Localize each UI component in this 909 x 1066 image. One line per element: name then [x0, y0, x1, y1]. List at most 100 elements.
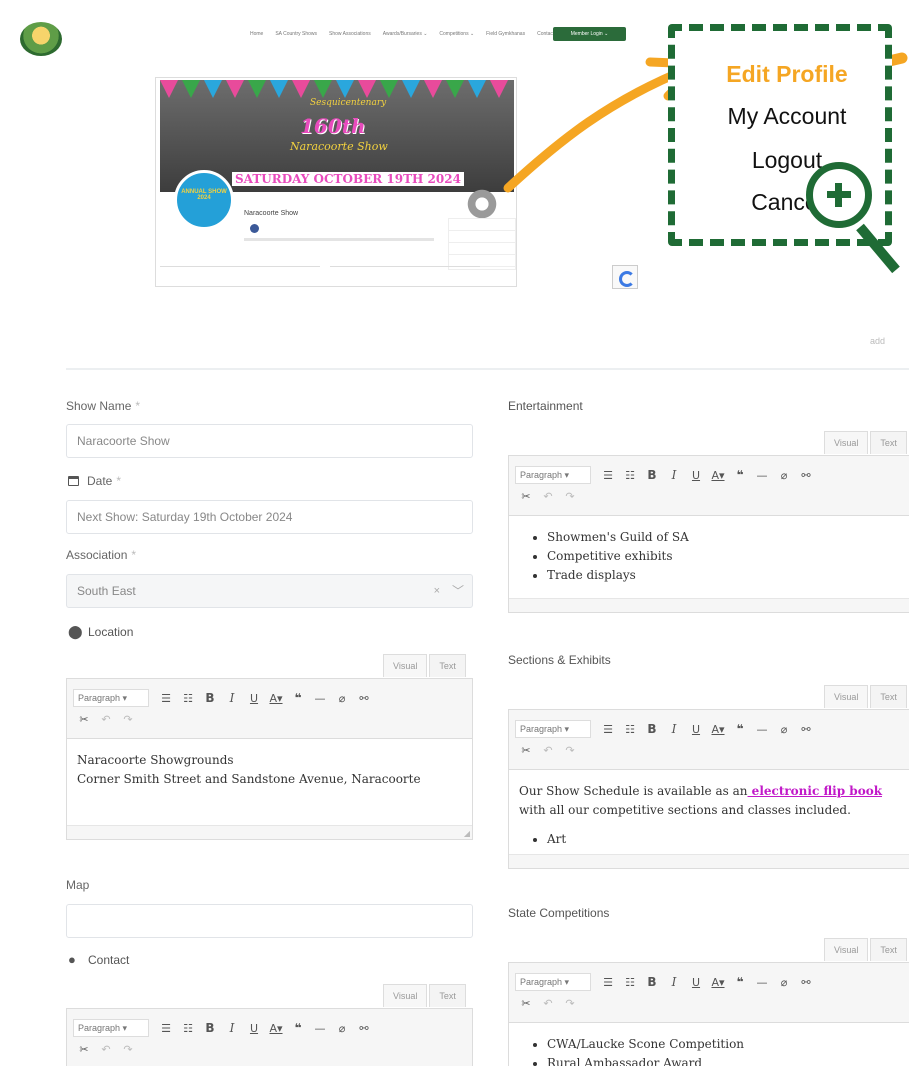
undo-icon[interactable]: ↶	[537, 490, 559, 503]
blockquote-icon[interactable]: ❝	[729, 975, 751, 989]
tab-visual[interactable]: Visual	[383, 654, 428, 677]
paragraph-select[interactable]: Paragraph ▾	[515, 466, 591, 484]
link-icon[interactable]: ⚯	[795, 469, 817, 482]
association-select[interactable]: South East × ﹀	[66, 574, 473, 608]
undo-icon[interactable]: ↶	[95, 713, 117, 726]
location-editor-tabs: Visual Text	[383, 654, 466, 677]
unlink-icon[interactable]: ✂	[73, 713, 95, 726]
blockquote-icon[interactable]: ❝	[287, 691, 309, 705]
horizontal-line-icon[interactable]: —	[751, 469, 773, 482]
text-color-icon[interactable]: A▾	[707, 723, 729, 736]
paragraph-select[interactable]: Paragraph ▾	[515, 720, 591, 738]
redo-icon[interactable]: ↷	[559, 490, 581, 503]
bold-icon[interactable]: B	[199, 691, 221, 705]
toolbar-row: Paragraph ▾ ☰ ☷ B I U A▾ ❝ — ⌀ ⚯	[73, 689, 375, 707]
blockquote-icon[interactable]: ❝	[287, 1021, 309, 1035]
underline-icon[interactable]: U	[243, 692, 265, 705]
horizontal-line-icon[interactable]: —	[751, 723, 773, 736]
unlink-icon[interactable]: ✂	[515, 997, 537, 1010]
chevron-down-icon[interactable]: ﹀	[452, 575, 464, 607]
tab-visual[interactable]: Visual	[824, 938, 869, 961]
link-icon[interactable]: ⚯	[795, 976, 817, 989]
tab-visual[interactable]: Visual	[383, 984, 428, 1007]
flip-book-link[interactable]: electronic flip book	[748, 784, 882, 798]
blockquote-icon[interactable]: ❝	[729, 722, 751, 736]
paragraph-select[interactable]: Paragraph ▾	[73, 689, 149, 707]
paragraph-select[interactable]: Paragraph ▾	[73, 1019, 149, 1037]
sections-editor: Paragraph ▾ ☰ ☷ B I U A▾ ❝ — ⌀ ⚯ ✂ ↶ ↷ O…	[508, 709, 909, 869]
eraser-icon[interactable]: ⌀	[773, 723, 795, 736]
unlink-icon[interactable]: ✂	[515, 744, 537, 757]
map-input[interactable]	[66, 904, 473, 938]
bold-icon[interactable]: B	[641, 975, 663, 989]
link-icon[interactable]: ⚯	[353, 1022, 375, 1035]
underline-icon[interactable]: U	[685, 723, 707, 736]
paragraph-select[interactable]: Paragraph ▾	[515, 973, 591, 991]
text-color-icon[interactable]: A▾	[265, 1022, 287, 1035]
unlink-icon[interactable]: ✂	[73, 1043, 95, 1056]
text-color-icon[interactable]: A▾	[707, 976, 729, 989]
tab-text[interactable]: Text	[429, 984, 466, 1007]
bullet-list-icon[interactable]: ☰	[597, 976, 619, 989]
numbered-list-icon[interactable]: ☷	[177, 692, 199, 705]
location-editor-content[interactable]: Naracoorte Showgrounds Corner Smith Stre…	[67, 739, 472, 801]
tab-visual[interactable]: Visual	[824, 431, 869, 454]
resize-handle-icon[interactable]: ◢	[464, 829, 470, 838]
numbered-list-icon[interactable]: ☷	[619, 723, 641, 736]
bullet-list-icon[interactable]: ☰	[155, 1022, 177, 1035]
redo-icon[interactable]: ↷	[117, 713, 139, 726]
text-color-icon[interactable]: A▾	[707, 469, 729, 482]
tab-text[interactable]: Text	[870, 431, 907, 454]
blockquote-icon[interactable]: ❝	[729, 468, 751, 482]
redo-icon[interactable]: ↷	[117, 1043, 139, 1056]
italic-icon[interactable]: I	[663, 722, 685, 736]
show-name-input[interactable]: Naracoorte Show	[66, 424, 473, 458]
bullet-list-icon[interactable]: ☰	[155, 692, 177, 705]
entertainment-editor-content[interactable]: Showmen's Guild of SA Competitive exhibi…	[509, 516, 909, 597]
contact-label: ● Contact	[68, 952, 130, 967]
tab-text[interactable]: Text	[429, 654, 466, 677]
undo-icon[interactable]: ↶	[537, 997, 559, 1010]
logout-menu-item[interactable]: Logout	[675, 147, 899, 174]
clear-icon[interactable]: ×	[434, 575, 440, 607]
numbered-list-icon[interactable]: ☷	[177, 1022, 199, 1035]
tab-text[interactable]: Text	[870, 938, 907, 961]
eraser-icon[interactable]: ⌀	[773, 469, 795, 482]
italic-icon[interactable]: I	[221, 1021, 243, 1035]
undo-icon[interactable]: ↶	[95, 1043, 117, 1056]
eraser-icon[interactable]: ⌀	[331, 692, 353, 705]
numbered-list-icon[interactable]: ☷	[619, 976, 641, 989]
text-color-icon[interactable]: A▾	[265, 692, 287, 705]
content-line: Naracoorte Showgrounds	[77, 753, 234, 767]
edit-profile-menu-item[interactable]: Edit Profile	[675, 61, 899, 88]
state-editor-content[interactable]: CWA/Laucke Scone Competition Rural Ambas…	[509, 1023, 909, 1066]
tab-text[interactable]: Text	[870, 685, 907, 708]
link-icon[interactable]: ⚯	[353, 692, 375, 705]
italic-icon[interactable]: I	[221, 691, 243, 705]
bold-icon[interactable]: B	[641, 468, 663, 482]
bullet-list-icon[interactable]: ☰	[597, 723, 619, 736]
numbered-list-icon[interactable]: ☷	[619, 469, 641, 482]
italic-icon[interactable]: I	[663, 975, 685, 989]
eraser-icon[interactable]: ⌀	[331, 1022, 353, 1035]
sections-editor-content[interactable]: Our Show Schedule is available as an ele…	[509, 770, 909, 854]
bold-icon[interactable]: B	[641, 722, 663, 736]
horizontal-line-icon[interactable]: —	[309, 1022, 331, 1035]
underline-icon[interactable]: U	[685, 469, 707, 482]
unlink-icon[interactable]: ✂	[515, 490, 537, 503]
redo-icon[interactable]: ↷	[559, 744, 581, 757]
redo-icon[interactable]: ↷	[559, 997, 581, 1010]
bold-icon[interactable]: B	[199, 1021, 221, 1035]
italic-icon[interactable]: I	[663, 468, 685, 482]
horizontal-line-icon[interactable]: —	[309, 692, 331, 705]
undo-icon[interactable]: ↶	[537, 744, 559, 757]
my-account-menu-item[interactable]: My Account	[675, 103, 899, 130]
underline-icon[interactable]: U	[685, 976, 707, 989]
tab-visual[interactable]: Visual	[824, 685, 869, 708]
underline-icon[interactable]: U	[243, 1022, 265, 1035]
horizontal-line-icon[interactable]: —	[751, 976, 773, 989]
link-icon[interactable]: ⚯	[795, 723, 817, 736]
date-input[interactable]: Next Show: Saturday 19th October 2024	[66, 500, 473, 534]
bullet-list-icon[interactable]: ☰	[597, 469, 619, 482]
eraser-icon[interactable]: ⌀	[773, 976, 795, 989]
